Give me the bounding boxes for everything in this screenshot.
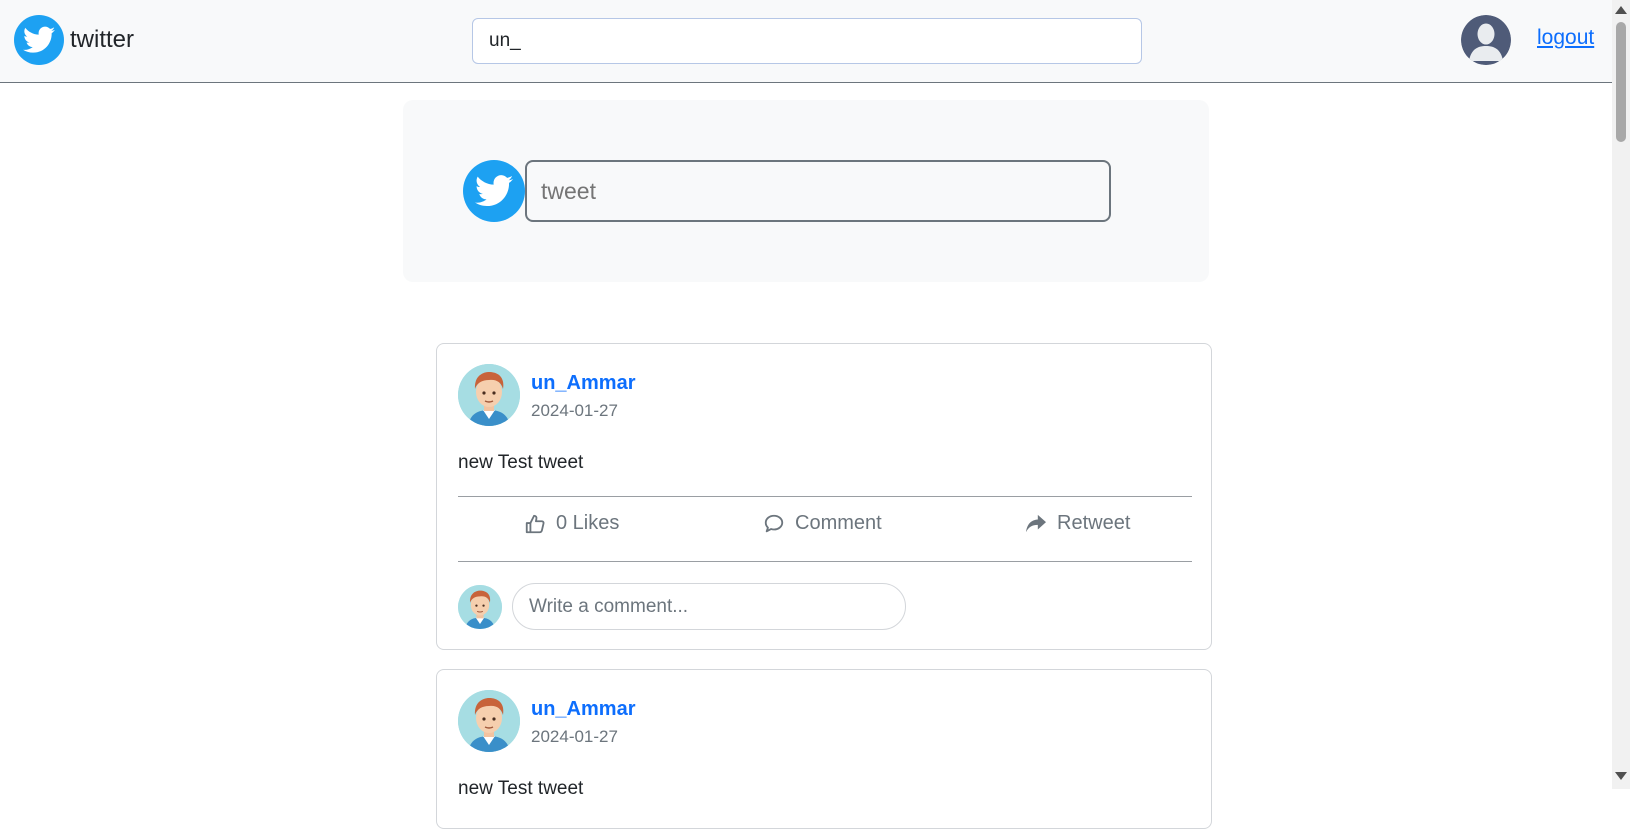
tweet-text: new Test tweet: [458, 452, 584, 473]
tweet-input[interactable]: [525, 160, 1111, 222]
top-navbar: twitter logout: [0, 0, 1612, 83]
comment-input[interactable]: [512, 583, 906, 630]
user-avatar-icon[interactable]: [1461, 15, 1511, 65]
logout-link[interactable]: logout: [1537, 26, 1594, 50]
comment-label: Comment: [795, 512, 882, 534]
tweet-date: 2024-01-27: [531, 727, 618, 746]
comment-bubble-icon: [763, 513, 785, 535]
scroll-thumb[interactable]: [1616, 22, 1626, 142]
like-button[interactable]: 0 Likes: [524, 512, 619, 535]
like-count-label: 0 Likes: [556, 512, 620, 534]
tweet-card: un_Ammar 2024-01-27 new Test tweet: [436, 669, 1212, 829]
retweet-button[interactable]: Retweet: [1025, 512, 1130, 535]
comment-button[interactable]: Comment: [763, 512, 882, 535]
brand-name: twitter: [70, 26, 135, 53]
author-avatar[interactable]: [458, 690, 520, 752]
thumbs-up-icon: [524, 513, 546, 535]
retweet-label: Retweet: [1057, 512, 1131, 534]
divider: [458, 496, 1192, 497]
tweet-date: 2024-01-27: [531, 401, 618, 420]
retweet-share-icon: [1025, 514, 1047, 534]
twitter-bird-icon: [463, 160, 525, 222]
commenter-avatar: [458, 585, 502, 629]
tweet-text: new Test tweet: [458, 778, 584, 799]
compose-tweet-panel: [403, 100, 1209, 282]
author-name[interactable]: un_Ammar: [531, 698, 635, 721]
author-avatar[interactable]: [458, 364, 520, 426]
scroll-up-arrow-icon[interactable]: [1615, 6, 1627, 14]
tweet-card: un_Ammar 2024-01-27 new Test tweet 0 Lik…: [436, 343, 1212, 650]
scroll-down-arrow-icon[interactable]: [1615, 772, 1627, 780]
author-name[interactable]: un_Ammar: [531, 372, 635, 395]
twitter-bird-icon: [14, 15, 64, 65]
divider: [458, 561, 1192, 562]
brand[interactable]: twitter: [14, 15, 134, 65]
page-scrollbar[interactable]: [1612, 0, 1630, 789]
search-input[interactable]: [472, 18, 1142, 64]
